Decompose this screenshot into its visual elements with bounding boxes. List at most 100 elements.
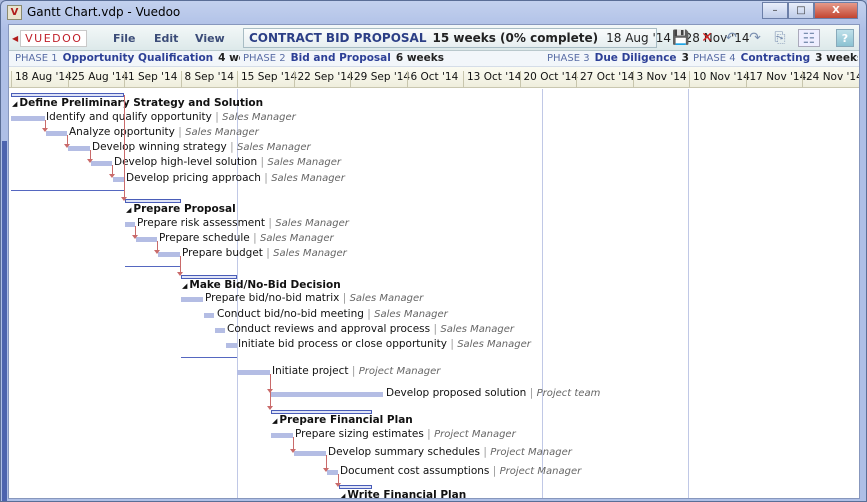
separator: | [483,446,487,458]
task-label[interactable]: Prepare sizing estimates | Project Manag… [295,428,516,440]
collapse-triangle-icon[interactable]: ◢ [340,492,345,498]
task-role: Sales Manager [236,142,311,153]
separator: | [492,465,497,477]
separator: | [268,217,272,229]
task-bar[interactable] [68,146,90,151]
task-label[interactable]: Prepare schedule | Sales Manager [159,232,334,244]
date-column-header: 17 Nov '14 [745,71,806,88]
task-bar[interactable] [237,370,270,375]
phase-name: Bid and Proposal [290,52,391,64]
task-label[interactable]: Develop high-level solution | Sales Mana… [114,156,341,168]
task-name: Analyze opportunity [69,126,175,138]
task-bar[interactable] [271,392,383,397]
dependency-arrow [109,165,115,178]
task-label[interactable]: Identify and qualify opportunity | Sales… [46,111,296,123]
task-label[interactable]: Conduct bid/no-bid meeting | Sales Manag… [217,308,448,320]
date-column-header: 22 Sep '14 [293,71,354,88]
dependency-arrow [121,95,127,201]
close-button[interactable]: X [814,2,858,19]
menu-edit[interactable]: Edit [154,32,178,45]
project-summary[interactable]: CONTRACT BID PROPOSAL 15 weeks (0% comple… [243,28,750,48]
menu-file[interactable]: File [113,32,136,45]
phase-3[interactable]: PHASE 3 Due Diligence 3 w... [547,52,692,64]
maximize-button[interactable]: □ [788,2,814,19]
left-edge-scrollbar[interactable] [2,141,7,501]
undo-icon[interactable]: ↶ [722,29,740,47]
collapse-triangle-icon[interactable]: ◢ [272,417,277,425]
task-role: Project Manager [434,429,516,440]
separator: | [266,247,270,259]
group-label[interactable]: ◢ Write Financial Plan [340,489,466,498]
collapse-triangle-icon[interactable]: ◢ [12,100,17,108]
separator: | [433,323,437,335]
collapse-triangle-icon[interactable]: ◢ [126,206,131,214]
task-label[interactable]: Develop pricing approach | Sales Manager [126,172,345,184]
date-column-header: 1 Sep '14 [124,71,177,88]
vuedoo-logo-button[interactable]: ◀ VUEDOO [12,30,88,47]
group-label[interactable]: ◢ Prepare Proposal [126,203,236,215]
phase-number: PHASE 2 [243,53,286,64]
task-bar[interactable] [158,252,180,257]
group-label[interactable]: ◢ Prepare Financial Plan [272,414,413,426]
help-icon[interactable]: ? [836,29,854,47]
dependency-arrow [42,120,48,132]
task-bar[interactable] [204,313,214,318]
separator: | [529,387,534,399]
date-column-header: 24 Nov '14 [802,71,859,88]
separator: | [351,365,356,377]
task-bar[interactable] [181,297,203,302]
task-label[interactable]: Prepare budget | Sales Manager [182,247,347,259]
phase-name: Contracting [740,52,811,64]
app-window: V Gantt Chart.vdp - Vuedoo – □ X ◀ VUEDOO… [0,0,867,502]
task-name: Initiate project [272,365,349,377]
menu-view[interactable]: View [195,32,225,45]
task-bar[interactable] [136,237,157,242]
dependency-arrow [335,474,341,487]
task-bar[interactable] [91,161,112,166]
date-column-header: 25 Aug '14 [67,71,128,88]
back-arrow-icon: ◀ [12,34,19,43]
task-name: Conduct reviews and approval process [227,323,431,335]
task-bar[interactable] [11,116,45,121]
task-name: Develop high-level solution [114,156,258,168]
group-name: Prepare Financial Plan [279,414,413,426]
task-role: Sales Manager [349,293,424,304]
task-name: Prepare schedule [159,232,250,244]
layout-icon[interactable]: ☷ [798,29,820,47]
group-label[interactable]: ◢ Define Preliminary Strategy and Solutio… [12,97,263,109]
task-label[interactable]: Document cost assumptions | Project Mana… [340,465,581,477]
task-role: Project Manager [490,447,572,458]
redo-icon[interactable]: ↷ [746,29,764,47]
task-bar[interactable] [46,131,67,136]
task-role: Sales Manager [222,112,296,123]
task-bar[interactable] [294,451,326,456]
task-label[interactable]: Develop proposed solution | Project team [386,387,600,399]
minimize-button[interactable]: – [762,2,788,19]
task-label[interactable]: Conduct reviews and approval process | S… [227,323,514,335]
task-label[interactable]: Prepare bid/no-bid matrix | Sales Manage… [205,292,423,304]
task-label[interactable]: Initiate bid process or close opportunit… [238,338,531,350]
collapse-triangle-icon[interactable]: ◢ [182,282,187,290]
phase-2[interactable]: PHASE 2 Bid and Proposal 6 weeks [243,52,543,64]
task-label[interactable]: Analyze opportunity | Sales Manager [69,126,259,138]
task-bar[interactable] [226,343,237,348]
separator: | [253,232,257,244]
task-bar[interactable] [125,222,135,227]
phase-1[interactable]: PHASE 1 Opportunity Qualification 4 weeks [15,52,240,64]
date-column-header: 10 Nov '14 [689,71,750,88]
task-label[interactable]: Develop summary schedules | Project Mana… [328,446,572,458]
delete-icon[interactable]: ✕ [698,29,716,47]
task-name: Develop summary schedules [328,446,480,458]
separator: | [367,308,371,320]
task-label[interactable]: Initiate project | Project Manager [272,365,440,377]
task-role: Sales Manager [440,324,514,335]
task-role: Sales Manager [273,248,347,259]
save-icon[interactable]: 💾 [672,29,690,47]
task-bar[interactable] [271,433,293,438]
task-label[interactable]: Prepare risk assessment | Sales Manager [137,217,349,229]
phase-4[interactable]: PHASE 4 Contracting 3 weeks [693,52,858,64]
task-bar[interactable] [215,328,225,333]
phase-weeks: 3 w... [681,52,692,64]
group-label[interactable]: ◢ Make Bid/No-Bid Decision [182,279,341,291]
copy-icon[interactable]: ⎘ [771,29,789,47]
